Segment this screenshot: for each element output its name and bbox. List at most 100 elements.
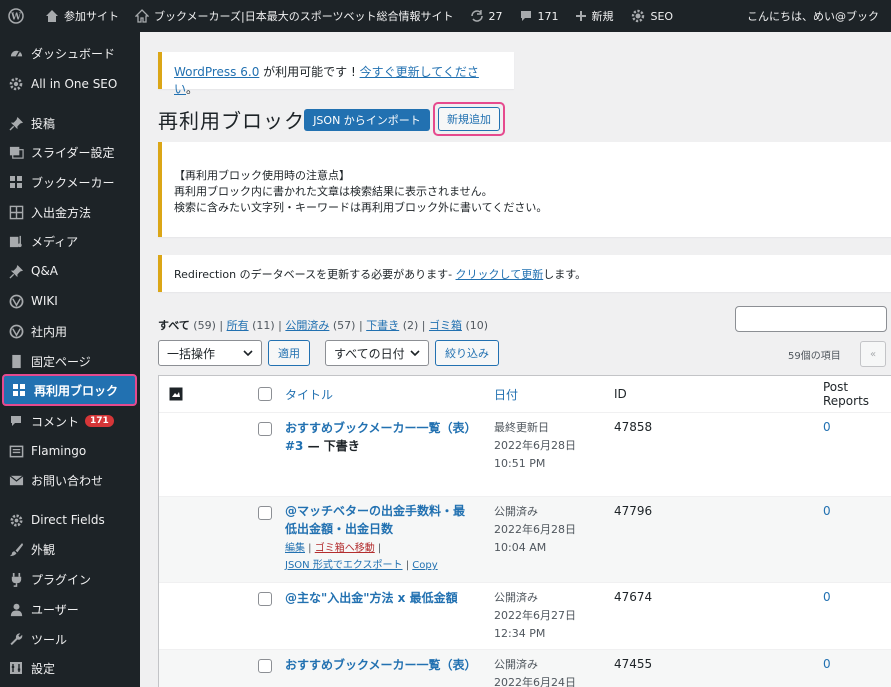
table-row: @マッチベターの出金手数料・最低出金額・出金日数 編集 | ゴミ箱へ移動 | J… [159, 496, 891, 582]
updates-count: 27 [488, 9, 503, 23]
filter-draft[interactable]: 下書き [366, 319, 399, 332]
update-notice-suffix: 。 [186, 82, 199, 96]
seo-menu[interactable]: SEO [622, 0, 682, 32]
wordpress-version-link[interactable]: WordPress 6.0 [174, 65, 259, 79]
redirection-update-link[interactable]: クリックして更新 [456, 268, 544, 281]
row-date-status: 公開済み [494, 591, 538, 604]
redirection-notice: Redirection のデータベースを更新する必要があります- クリックして更… [158, 255, 891, 292]
table-icon [8, 204, 24, 220]
row-checkbox[interactable] [258, 422, 272, 436]
sidebar-item-direct-fields[interactable]: Direct Fields [0, 505, 140, 535]
date-filter-select[interactable]: すべての日付 [325, 340, 429, 366]
search-input[interactable] [735, 306, 887, 332]
row-id: 47674 [614, 590, 653, 604]
main-content: WordPress 6.0 が利用可能です ! 今すぐ更新してください。 再利用… [140, 32, 891, 687]
column-title-header[interactable]: タイトル [285, 376, 333, 412]
row-title-link[interactable]: おすすめブックメーカー一覧（表）#3 — 下書き [285, 419, 475, 455]
table-row: @主な"入出金"方法 x 最低金額 公開済み 2022年6月27日 12:34 … [159, 582, 891, 649]
chevron-down-icon [410, 350, 420, 356]
sidebar-item-comments[interactable]: コメント 171 [0, 406, 140, 436]
export-json-link[interactable]: JSON 形式でエクスポート [285, 560, 403, 571]
sidebar-item-qa[interactable]: Q&A [0, 256, 140, 286]
redirection-notice-text: Redirection のデータベースを更新する必要があります- [174, 268, 456, 281]
row-checkbox[interactable] [258, 659, 272, 673]
filter-mine[interactable]: 所有 [227, 319, 249, 332]
my-account-menu[interactable]: こんにちは、めい@ブック [739, 0, 887, 32]
add-new-button[interactable]: 新規追加 [438, 107, 500, 131]
update-notice-text: が利用可能です ! [259, 65, 360, 79]
sidebar-item-internal[interactable]: 社内用 [0, 316, 140, 346]
brush-icon [8, 541, 24, 557]
sidebar-item-label: 社内用 [31, 324, 68, 339]
row-title-text: おすすめブックメーカー一覧（表） [285, 658, 477, 672]
bulk-action-select[interactable]: 一括操作 [158, 340, 262, 366]
row-post-reports[interactable]: 0 [823, 504, 831, 518]
comment-icon [8, 413, 24, 429]
sidebar-item-wiki[interactable]: WIKI [0, 286, 140, 316]
filter-mine-count: (11) [252, 319, 275, 332]
sidebar-item-dashboard[interactable]: ダッシュボード [0, 38, 140, 68]
filter-published-count: (57) [332, 319, 356, 332]
site-name-menu[interactable]: 参加サイト [37, 0, 127, 32]
sidebar-item-flamingo[interactable]: Flamingo [0, 436, 140, 466]
sidebar-item-plugins[interactable]: プラグイン [0, 564, 140, 594]
row-post-reports[interactable]: 0 [823, 590, 831, 604]
row-title-text: @マッチベターの出金手数料・最低出金額・出金日数 [285, 504, 466, 536]
filter-published[interactable]: 公開済み [285, 319, 329, 332]
action-separator: | [374, 543, 382, 554]
block-icon [169, 387, 183, 401]
row-title-link[interactable]: @主な"入出金"方法 x 最低金額 [285, 589, 475, 607]
json-import-button[interactable]: JSON からインポート [304, 109, 430, 131]
comments-menu[interactable]: 171 [511, 0, 567, 32]
sidebar-item-contact[interactable]: お問い合わせ [0, 465, 140, 495]
dashboard-icon [8, 45, 24, 61]
apply-button[interactable]: 適用 [268, 340, 310, 366]
trash-link[interactable]: ゴミ箱へ移動 [315, 543, 375, 554]
select-all-checkbox[interactable] [258, 387, 272, 401]
sidebar-item-appearance[interactable]: 外観 [0, 534, 140, 564]
filter-button[interactable]: 絞り込み [435, 340, 499, 366]
new-content-menu[interactable]: 新規 [567, 0, 622, 32]
row-date-value: 2022年6月27日 [494, 609, 576, 622]
sidebar-item-all-in-one-seo[interactable]: All in One SEO [0, 69, 140, 99]
filter-trash[interactable]: ゴミ箱 [429, 319, 462, 332]
row-post-reports[interactable]: 0 [823, 657, 831, 671]
edit-link[interactable]: 編集 [285, 543, 305, 554]
plus-icon [575, 11, 586, 21]
sidebar-item-bookmaker[interactable]: ブックメーカー [0, 167, 140, 197]
sidebar-item-posts[interactable]: 投稿 [0, 108, 140, 138]
row-title-link[interactable]: @マッチベターの出金手数料・最低出金額・出金日数 [285, 502, 475, 538]
sidebar-item-payment-methods[interactable]: 入出金方法 [0, 197, 140, 227]
column-date-header[interactable]: 日付 [494, 376, 518, 412]
column-reports-header: Post Reports [823, 380, 870, 408]
sidebar-item-slider-settings[interactable]: スライダー設定 [0, 137, 140, 167]
sidebar-item-label: お問い合わせ [31, 473, 104, 488]
copy-link[interactable]: Copy [412, 560, 437, 571]
filter-all[interactable]: すべて [158, 319, 190, 332]
first-page-button[interactable]: « [860, 341, 886, 367]
updates-menu[interactable]: 27 [462, 0, 511, 32]
sidebar-item-media[interactable]: メディア [0, 226, 140, 256]
row-date: 公開済み 2022年6月27日 12:34 PM [494, 589, 604, 643]
sidebar-item-reusable-blocks[interactable]: 再利用ブロック [2, 374, 137, 406]
row-checkbox[interactable] [258, 506, 272, 520]
site-title-menu[interactable]: ブックメーカーズ|日本最大のスポーツベット総合情報サイト [127, 0, 462, 32]
sidebar-item-label: ユーザー [31, 602, 79, 617]
sidebar-item-pages[interactable]: 固定ページ [0, 346, 140, 376]
row-post-reports[interactable]: 0 [823, 420, 831, 434]
sidebar-item-users[interactable]: ユーザー [0, 594, 140, 624]
reusable-blocks-table: タイトル 日付 ID Post Reports おすすめブックメーカー一覧（表）… [158, 375, 891, 687]
row-checkbox[interactable] [258, 592, 272, 606]
row-date-status: 最終更新日 [494, 421, 549, 434]
pin-icon [8, 263, 24, 279]
sidebar-item-tools[interactable]: ツール [0, 624, 140, 654]
page-icon [8, 353, 24, 369]
row-date-value: 2022年6月24日 [494, 676, 576, 687]
sidebar-item-settings[interactable]: 設定 [0, 653, 140, 683]
wp-logo-menu[interactable]: W [0, 0, 37, 32]
wordpress-icon: W [8, 8, 24, 24]
filter-separator: | [274, 319, 286, 332]
seo-gear-icon [631, 9, 644, 23]
settings-icon [8, 660, 24, 676]
row-title-link[interactable]: おすすめブックメーカー一覧（表） [285, 656, 477, 674]
